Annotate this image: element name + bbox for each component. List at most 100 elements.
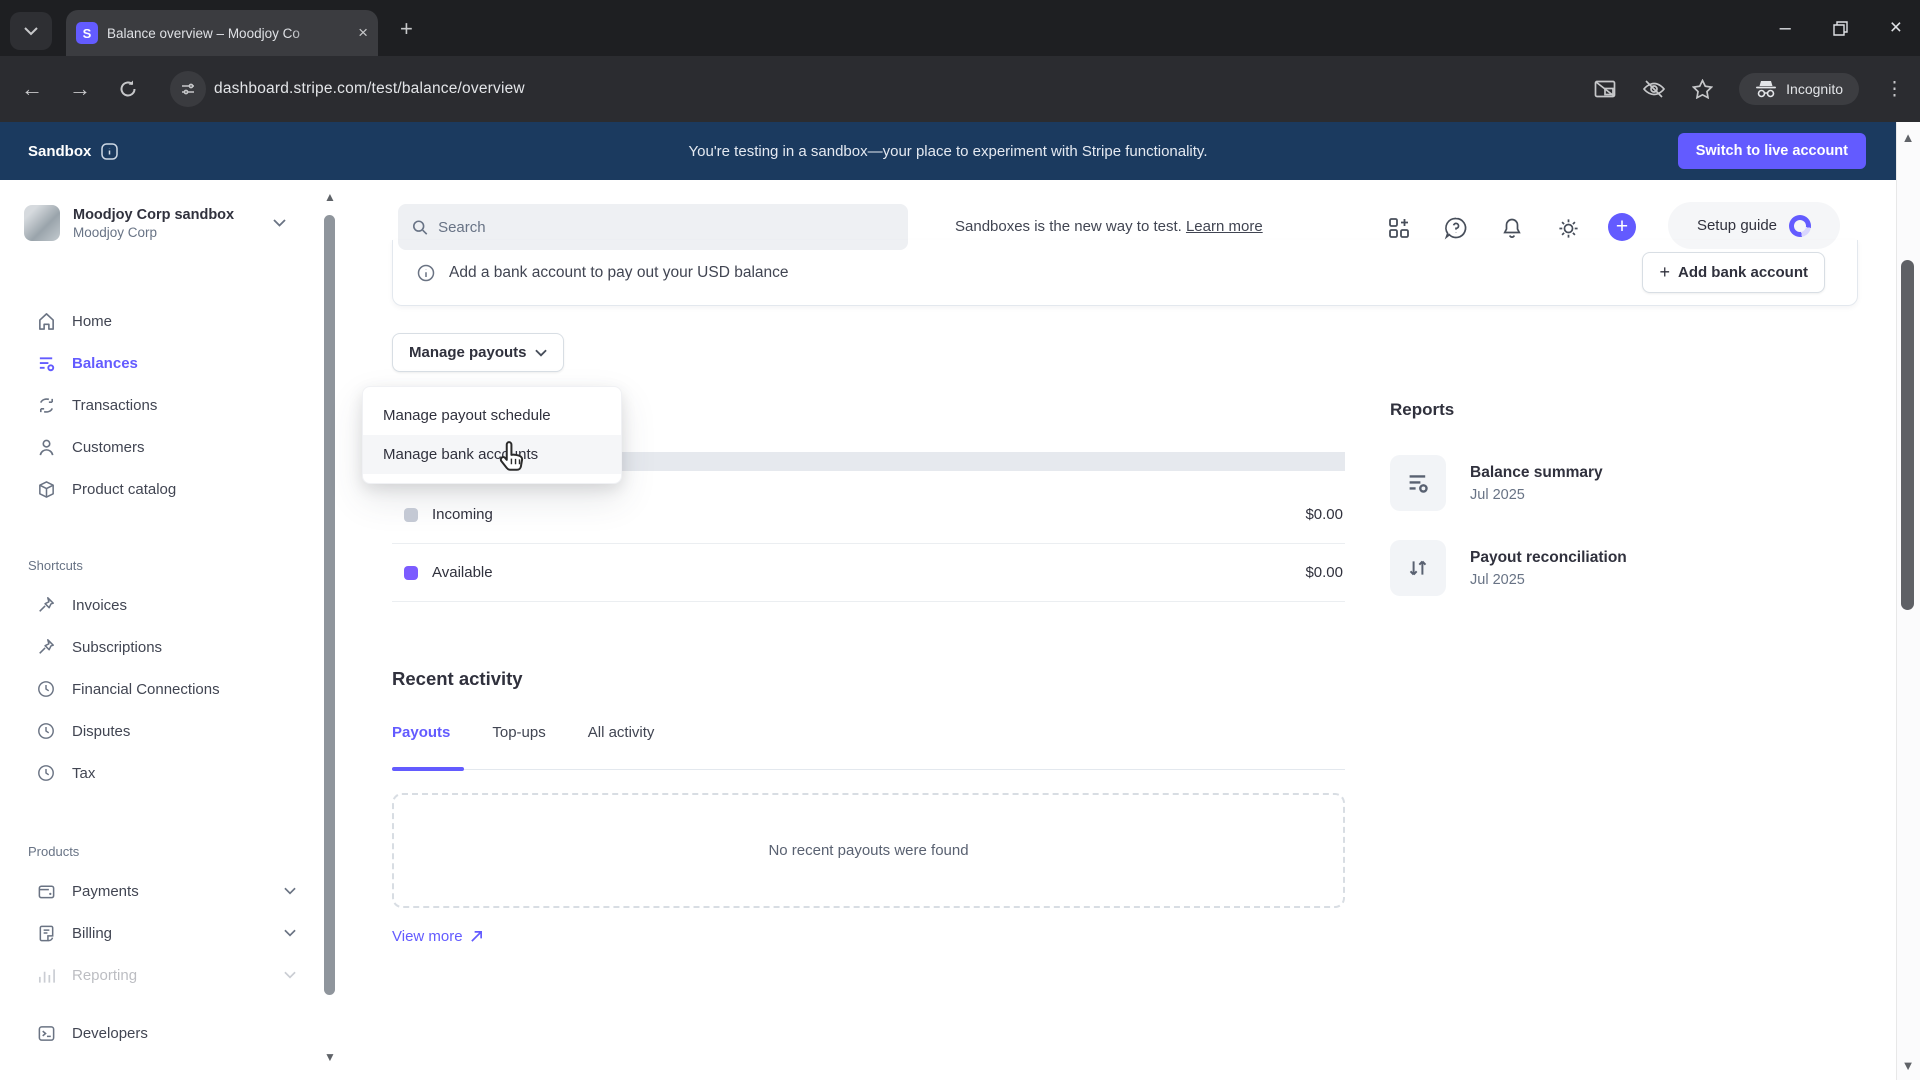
eye-off-icon[interactable] <box>1642 79 1666 99</box>
clock-icon <box>36 680 56 698</box>
pin-icon <box>36 638 56 656</box>
sidebar-item-reporting[interactable]: Reporting <box>24 954 310 996</box>
bookmark-star-icon[interactable] <box>1692 79 1713 99</box>
browser-tab-strip: S Balance overview – Moodjoy Co × + – × <box>0 0 1920 56</box>
minimize-icon[interactable]: – <box>1780 17 1791 40</box>
view-more-link[interactable]: View more <box>392 928 483 945</box>
settings-gear-icon[interactable] <box>1555 215 1581 241</box>
sidebar-item-subscriptions[interactable]: Subscriptions <box>24 626 310 668</box>
account-avatar <box>24 205 60 241</box>
incoming-amount: $0.00 <box>1305 506 1343 523</box>
sidebar-scrollbar[interactable] <box>324 215 335 995</box>
transactions-icon <box>36 396 56 415</box>
apps-grid-icon[interactable] <box>1386 215 1412 241</box>
restore-icon[interactable] <box>1833 21 1848 36</box>
manage-payouts-menu: Manage payout schedule Manage bank accou… <box>362 386 622 484</box>
scroll-down-icon[interactable]: ▼ <box>1901 1058 1915 1073</box>
incoming-label: Incoming <box>432 506 493 523</box>
sidebar-item-home[interactable]: Home <box>24 300 310 342</box>
active-tab-indicator <box>392 767 464 771</box>
balance-summary-icon <box>1390 455 1446 511</box>
sandbox-label: Sandbox <box>28 143 91 160</box>
plus-icon: + <box>1659 262 1670 283</box>
empty-state-box: No recent payouts were found <box>392 793 1345 908</box>
menu-item-payout-schedule[interactable]: Manage payout schedule <box>363 396 621 435</box>
balance-row-available: Available $0.00 <box>392 544 1345 602</box>
window-controls: – × <box>1780 16 1902 40</box>
create-plus-icon[interactable]: + <box>1608 213 1636 241</box>
page-scrollbar-thumb[interactable] <box>1901 260 1914 610</box>
site-info-icon[interactable] <box>170 71 206 107</box>
shortcuts-section-label: Shortcuts <box>28 558 83 573</box>
scroll-up-icon[interactable]: ▲ <box>1901 130 1915 145</box>
progress-ring-icon <box>1789 215 1811 237</box>
account-switcher[interactable]: Moodjoy Corp sandbox Moodjoy Corp <box>24 205 314 241</box>
wallet-icon <box>36 882 56 901</box>
payout-reconciliation-icon <box>1390 540 1446 596</box>
info-icon[interactable] <box>101 143 118 160</box>
sidebar-item-developers[interactable]: Developers <box>24 1012 310 1054</box>
search-icon <box>412 219 428 236</box>
sandbox-message: You're testing in a sandbox—your place t… <box>689 143 1208 160</box>
chevron-down-icon <box>273 219 286 227</box>
billing-icon <box>36 924 56 943</box>
search-input[interactable] <box>438 219 894 236</box>
tab-all-activity[interactable]: All activity <box>588 724 655 763</box>
sidebar-item-product-catalog[interactable]: Product catalog <box>24 468 310 510</box>
mouse-cursor-hand <box>494 440 528 480</box>
back-icon[interactable]: ← <box>8 76 56 102</box>
sidebar-scroll-down-icon[interactable]: ▼ <box>322 1052 338 1064</box>
tab-title: Balance overview – Moodjoy Co <box>107 26 322 41</box>
incognito-label: Incognito <box>1786 81 1843 97</box>
notifications-bell-icon[interactable] <box>1499 215 1525 241</box>
chevron-down-icon <box>284 887 296 895</box>
account-org: Moodjoy Corp <box>73 225 234 240</box>
sidebar-item-transactions[interactable]: Transactions <box>24 384 310 426</box>
report-balance-summary[interactable]: Balance summary Jul 2025 <box>1390 455 1810 511</box>
sidebar-item-balances[interactable]: Balances <box>24 342 310 384</box>
pip-blocked-icon[interactable] <box>1594 80 1616 98</box>
sidebar-item-payments[interactable]: Payments <box>24 870 310 912</box>
balances-icon <box>36 354 56 373</box>
switch-to-live-button[interactable]: Switch to live account <box>1678 133 1866 169</box>
balance-row-incoming: Incoming $0.00 <box>392 486 1345 544</box>
forward-icon[interactable]: → <box>56 76 104 102</box>
sidebar-item-financial-connections[interactable]: Financial Connections <box>24 668 310 710</box>
sidebar-item-customers[interactable]: Customers <box>24 426 310 468</box>
sidebar-item-disputes[interactable]: Disputes <box>24 710 310 752</box>
new-tab-button[interactable]: + <box>400 18 413 40</box>
terminal-icon <box>36 1024 56 1043</box>
sidebar-item-tax[interactable]: Tax <box>24 752 310 794</box>
tab-payouts[interactable]: Payouts <box>392 724 450 763</box>
tab-search-button[interactable] <box>10 12 52 50</box>
close-window-icon[interactable]: × <box>1890 16 1902 40</box>
tab-close-icon[interactable]: × <box>358 23 368 43</box>
manage-payouts-button[interactable]: Manage payouts <box>392 333 564 372</box>
add-bank-account-button[interactable]: + Add bank account <box>1642 252 1825 293</box>
browser-toolbar: ← → dashboard.stripe.com/test/balance/ov… <box>0 56 1920 122</box>
reload-icon[interactable] <box>104 79 152 99</box>
sandbox-banner: Sandbox You're testing in a sandbox—your… <box>0 122 1896 180</box>
home-icon <box>36 312 56 331</box>
tab-top-ups[interactable]: Top-ups <box>492 724 545 763</box>
browser-menu-icon[interactable]: ⋮ <box>1885 78 1904 101</box>
sidebar-item-invoices[interactable]: Invoices <box>24 584 310 626</box>
menu-item-bank-accounts[interactable]: Manage bank accounts <box>363 435 621 474</box>
sandbox-label-wrap: Sandbox <box>28 143 118 160</box>
available-swatch <box>404 566 418 580</box>
browser-tab[interactable]: S Balance overview – Moodjoy Co × <box>66 10 378 56</box>
report-payout-reconciliation[interactable]: Payout reconciliation Jul 2025 <box>1390 540 1810 596</box>
stripe-favicon: S <box>76 22 98 44</box>
sidebar-scroll-up-icon[interactable]: ▲ <box>322 192 338 204</box>
recent-activity-title: Recent activity <box>392 668 523 690</box>
chevron-down-icon <box>535 349 547 357</box>
available-amount: $0.00 <box>1305 564 1343 581</box>
recent-activity-tabs: Payouts Top-ups All activity <box>392 724 654 763</box>
sidebar-item-billing[interactable]: Billing <box>24 912 310 954</box>
incognito-icon <box>1755 80 1777 98</box>
bank-notice-text: Add a bank account to pay out your USD b… <box>449 264 789 282</box>
help-icon[interactable] <box>1443 215 1469 241</box>
learn-more-link[interactable]: Learn more <box>1186 218 1263 235</box>
setup-guide-label: Setup guide <box>1697 217 1777 234</box>
url-text[interactable]: dashboard.stripe.com/test/balance/overvi… <box>214 80 525 98</box>
